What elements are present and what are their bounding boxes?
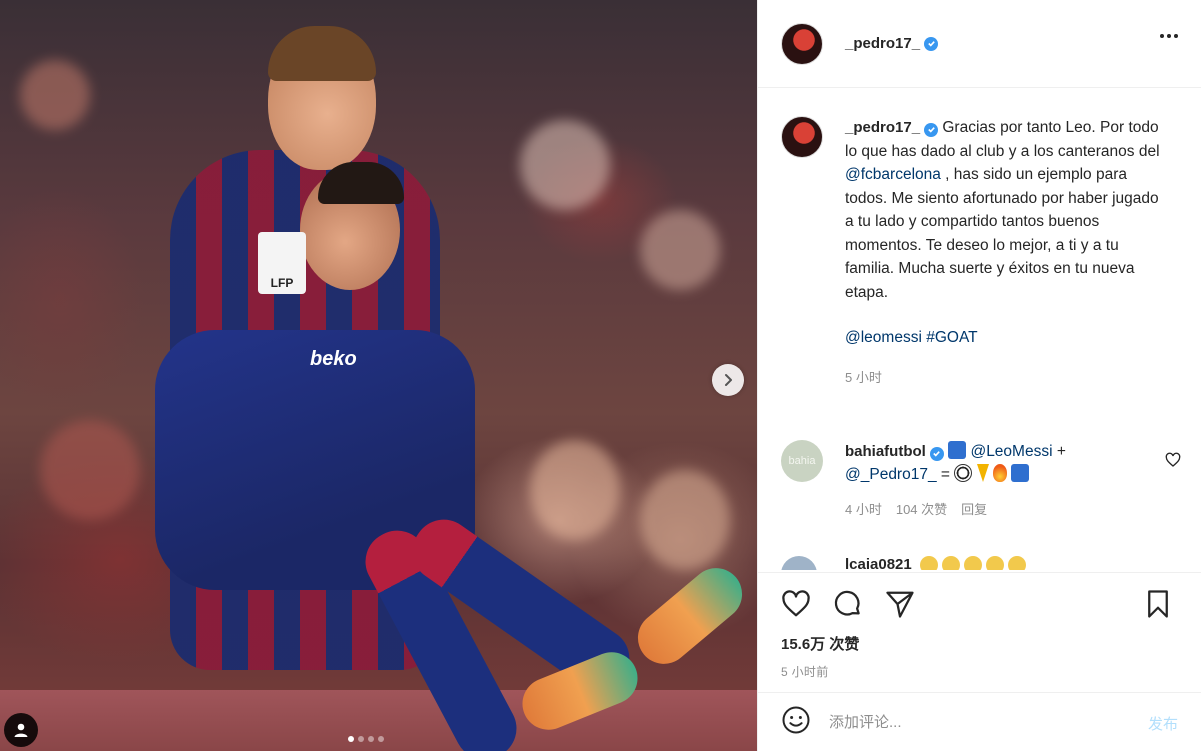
heart-outline-icon [1165,452,1181,467]
comment-text: + [1052,443,1066,460]
post-actions: 15.6万 次赞 5 小时前 [758,572,1201,692]
post-header: _pedro17_ [758,0,1201,88]
like-comment-button[interactable] [1165,452,1181,473]
comment-timestamp[interactable]: 4 小时 [845,498,882,521]
avatar[interactable] [781,116,823,158]
slide-indicator [348,736,384,742]
mention-link[interactable]: @_Pedro17_ [845,466,937,483]
smiley-icon [782,706,810,733]
user-icon [14,723,28,737]
flag-emoji-icon [948,441,967,459]
fire-emoji-icon [992,464,1007,482]
next-slide-button[interactable] [712,364,744,396]
crowd-blur [520,120,610,210]
comment-input[interactable] [829,713,1119,731]
smiley-emoji-icon [963,556,982,570]
soccer-ball-emoji-icon [954,464,973,482]
comment-likes[interactable]: 104 次赞 [896,498,947,521]
comment-item: lcaia0821 [781,556,1181,570]
action-bar [781,589,1177,621]
avatar[interactable]: bahia [781,440,823,482]
post-caption: _pedro17_ Gracias por tanto Leo. Por tod… [781,116,1181,389]
comment-username[interactable]: bahiafutbol [845,443,926,460]
lfp-badge: LFP [258,232,306,294]
mention-link[interactable]: @leomessi [845,329,922,346]
more-options-button[interactable] [1160,34,1178,38]
save-button[interactable] [1143,589,1173,624]
verified-badge-icon [924,122,939,137]
likes-count[interactable]: 15.6万 次赞 [781,633,859,654]
avatar[interactable] [781,22,823,65]
bookmark-icon [1148,590,1168,618]
slide-dot [368,736,374,742]
crowd-blur [20,60,90,130]
slide-dot [378,736,384,742]
emoji-row [919,556,1026,570]
crowd-blur [40,420,140,520]
speech-bubble-icon [834,590,860,616]
chevron-right-icon [725,374,732,386]
like-button[interactable] [781,589,811,624]
caption-timestamp[interactable]: 5 小时 [845,366,1165,390]
crowd-blur [640,470,730,570]
caption-body: , has sido un ejemplo para todos. Me sie… [845,166,1159,301]
header-username[interactable]: _pedro17_ [845,35,920,52]
comment-button[interactable] [833,589,863,624]
tagged-users-button[interactable] [4,713,38,747]
crowd-blur [530,440,620,540]
header-username-row: _pedro17_ [845,35,939,52]
lightning-emoji-icon [976,464,989,482]
smiley-emoji-icon [941,556,960,570]
comment-text: = [936,466,955,483]
avatar[interactable] [781,556,817,570]
heart-outline-icon [782,590,810,617]
caption-tags: @leomessi #GOAT [845,326,1165,350]
comment-body: bahiafutbol @LeoMessi + @_Pedro17_ = 4 小… [845,440,1145,521]
post-photo[interactable]: LFP beko [0,0,757,751]
beko-sponsor-logo: beko [310,348,357,370]
paper-plane-icon [886,591,914,618]
reply-button[interactable]: 回复 [961,498,987,521]
hashtag-link[interactable]: #GOAT [926,329,977,346]
comment-username[interactable]: lcaia0821 [845,556,912,570]
post-comment-button[interactable]: 发布 [1148,713,1178,734]
player-hair [268,26,376,81]
smiley-emoji-icon [1007,556,1026,570]
smiley-emoji-icon [919,556,938,570]
caption-text: _pedro17_ Gracias por tanto Leo. Por tod… [845,116,1165,389]
smiley-emoji-icon [985,556,1004,570]
slide-dot [348,736,354,742]
mention-link[interactable]: @LeoMessi [970,443,1052,460]
verified-badge-icon [924,36,939,51]
player-boot [627,557,753,675]
mention-link[interactable]: @fcbarcelona [845,166,941,183]
comment-meta: 4 小时 104 次赞 回复 [845,498,1145,521]
post-timestamp[interactable]: 5 小时前 [781,663,829,680]
add-comment-bar: 发布 [758,692,1201,751]
verified-badge-icon [929,446,944,461]
slide-dot [358,736,364,742]
caption-username[interactable]: _pedro17_ [845,119,920,136]
emoji-picker-button[interactable] [781,705,811,740]
avatar-logo-text: bahia [788,455,816,467]
post-side-panel: _pedro17_ _pedro17_ Gracias por tanto Le… [757,0,1201,751]
flag-emoji-icon [1011,464,1030,482]
share-button[interactable] [885,589,915,624]
crowd-blur [640,210,720,290]
comment-item: bahia bahiafutbol @LeoMessi + @_Pedro17_… [781,440,1181,521]
